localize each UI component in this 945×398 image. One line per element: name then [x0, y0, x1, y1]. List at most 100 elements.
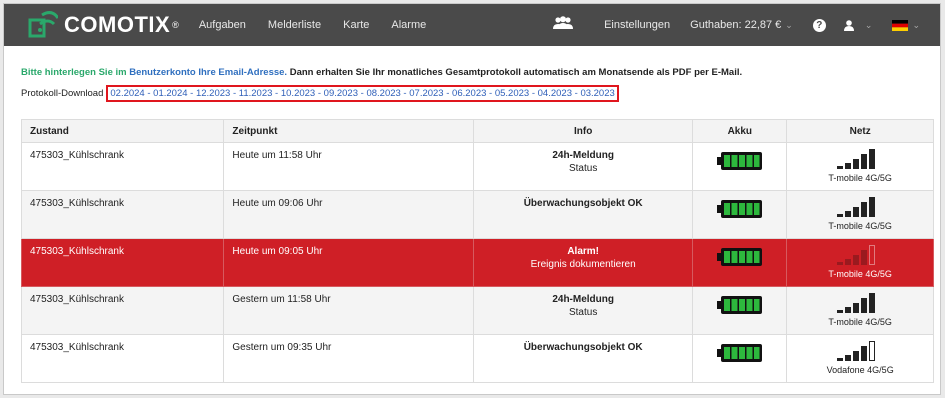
protocol-link-05-2023[interactable]: 05.2023	[495, 88, 529, 99]
battery-full-icon	[716, 295, 763, 318]
alarm-log-table: Zustand Zeitpunkt Info Akku Netz 475303_…	[20, 119, 934, 383]
table-row[interactable]: 475303_Kühlschrank Heute um 11:58 Uhr 24…	[20, 142, 934, 191]
network-label: T-mobile 4G/5G	[828, 269, 892, 279]
protocol-link-10-2023[interactable]: 10.2023	[281, 88, 315, 99]
protocol-link-12-2023[interactable]: 12.2023	[196, 88, 230, 99]
cell-netz: T-mobile 4G/5G	[786, 190, 934, 239]
network-label: T-mobile 4G/5G	[828, 173, 892, 183]
info-title: Überwachungsobjekt OK	[523, 342, 643, 353]
protocol-month-links: 02.2024 - 01.2024 - 12.2023 - 11.2023 - …	[106, 85, 619, 102]
cell-info: Überwachungsobjekt OK	[473, 190, 694, 239]
table-row[interactable]: 475303_Kühlschrank Gestern um 11:58 Uhr …	[20, 286, 934, 335]
header-netz: Netz	[786, 119, 934, 143]
info-title: 24h-Meldung	[552, 294, 614, 305]
logo-mark-icon	[28, 10, 60, 40]
cell-zustand: 475303_Kühlschrank	[20, 238, 225, 287]
cell-zeitpunkt: Heute um 09:05 Uhr	[223, 238, 475, 287]
german-flag-icon	[892, 19, 909, 31]
protocol-link-07-2023[interactable]: 07.2023	[409, 88, 443, 99]
cell-zustand: 475303_Kühlschrank	[20, 286, 225, 335]
cell-zeitpunkt: Gestern um 09:35 Uhr	[223, 334, 475, 383]
help-icon[interactable]: ?	[812, 18, 826, 32]
cell-info: Überwachungsobjekt OK	[473, 334, 694, 383]
nav-link-karte[interactable]: Karte	[343, 19, 369, 31]
separator: -	[272, 88, 281, 99]
protocol-download-label: Protokoll-Download	[21, 88, 104, 99]
separator: -	[400, 88, 410, 99]
cell-netz: T-mobile 4G/5G	[786, 142, 934, 191]
cell-zustand: 475303_Kühlschrank	[20, 142, 225, 191]
signal-strength-icon	[837, 293, 883, 316]
cell-info: 24h-Meldung Status	[473, 142, 694, 191]
protocol-link-06-2023[interactable]: 06.2023	[452, 88, 486, 99]
people-icon[interactable]	[552, 15, 574, 35]
protocol-link-09-2023[interactable]: 09.2023	[324, 88, 358, 99]
cell-zeitpunkt: Gestern um 11:58 Uhr	[223, 286, 475, 335]
nav-link-alarme[interactable]: Alarme	[391, 19, 426, 31]
protocol-link-11-2023[interactable]: 11.2023	[239, 88, 273, 99]
nav-right-group: Einstellungen Guthaben: 22,87 € ⌄ ? ⌄ ⌄	[552, 4, 940, 46]
signal-strength-icon	[837, 245, 883, 268]
nav-link-aufgaben[interactable]: Aufgaben	[199, 19, 246, 31]
user-icon	[843, 19, 857, 31]
email-info-message: Bitte hinterlegen Sie im Benutzerkonto I…	[21, 67, 742, 78]
cell-akku	[692, 238, 788, 287]
separator: -	[187, 88, 196, 99]
user-menu[interactable]: ⌄	[843, 19, 872, 31]
battery-full-icon	[716, 151, 763, 174]
info-title: 24h-Meldung	[552, 150, 614, 161]
app-frame: COMOTIX ® Aufgaben Melderliste Karte Alar…	[3, 3, 941, 395]
balance-dropdown[interactable]: Guthaben: 22,87 € ⌄	[690, 19, 793, 31]
battery-full-icon	[716, 343, 763, 366]
account-link[interactable]: Benutzerkonto Ihre Email-Adresse.	[127, 67, 287, 78]
cell-akku	[692, 190, 788, 239]
cell-akku	[692, 334, 788, 383]
brand-name: COMOTIX	[64, 12, 171, 37]
cell-zustand: 475303_Kühlschrank	[20, 190, 225, 239]
separator: -	[315, 88, 324, 99]
separator: -	[443, 88, 453, 99]
protocol-link-04-2023[interactable]: 04.2023	[538, 88, 572, 99]
separator: -	[529, 88, 538, 99]
cell-zustand: 475303_Kühlschrank	[20, 334, 225, 383]
header-zustand: Zustand	[20, 119, 225, 143]
info-title: Alarm!	[567, 246, 599, 257]
protocol-link-08-2023[interactable]: 08.2023	[366, 88, 400, 99]
protocol-link-03-2023[interactable]: 03.2023	[580, 88, 614, 99]
separator: -	[144, 88, 154, 99]
nav-link-melderliste[interactable]: Melderliste	[268, 19, 321, 31]
table-row-alarm[interactable]: 475303_Kühlschrank Heute um 09:05 Uhr Al…	[20, 238, 934, 287]
balance-label: Guthaben: 22,87 €	[690, 19, 782, 31]
protocol-link-02-2024[interactable]: 02.2024	[110, 88, 144, 99]
protocol-link-01-2024[interactable]: 01.2024	[153, 88, 187, 99]
cell-info: Alarm! Ereignis dokumentieren	[473, 238, 694, 287]
signal-strength-icon	[837, 341, 883, 364]
info-sub: Status	[568, 307, 598, 318]
cell-zeitpunkt: Heute um 09:06 Uhr	[223, 190, 475, 239]
network-label: T-mobile 4G/5G	[828, 317, 892, 327]
protocol-download: Protokoll-Download 02.2024 - 01.2024 - 1…	[21, 85, 619, 102]
info-text-part1: Bitte hinterlegen Sie im	[21, 67, 127, 78]
separator: -	[230, 88, 239, 99]
signal-strength-icon	[837, 149, 883, 172]
header-akku: Akku	[692, 119, 788, 143]
table-row[interactable]: 475303_Kühlschrank Gestern um 09:35 Uhr …	[20, 334, 934, 383]
cell-netz: T-mobile 4G/5G	[786, 238, 934, 287]
comotix-logo[interactable]: COMOTIX ®	[28, 4, 179, 46]
cell-info: 24h-Meldung Status	[473, 286, 694, 335]
cell-zeitpunkt: Heute um 11:58 Uhr	[223, 142, 475, 191]
cell-akku	[692, 142, 788, 191]
nav-link-einstellungen[interactable]: Einstellungen	[604, 19, 670, 31]
document-event-link[interactable]: Ereignis dokumentieren	[482, 259, 684, 270]
signal-strength-icon	[837, 197, 883, 220]
network-label: Vodafone 4G/5G	[826, 365, 894, 375]
info-text-part3: Dann erhalten Sie Ihr monatliches Gesamt…	[287, 67, 743, 78]
cell-akku	[692, 286, 788, 335]
chevron-down-icon: ⌄	[912, 20, 920, 30]
header-zeitpunkt: Zeitpunkt	[223, 119, 475, 143]
table-row[interactable]: 475303_Kühlschrank Heute um 09:06 Uhr Üb…	[20, 190, 934, 239]
table-header-row: Zustand Zeitpunkt Info Akku Netz	[20, 119, 934, 143]
battery-full-icon	[716, 199, 763, 222]
separator: -	[486, 88, 495, 99]
language-menu[interactable]: ⌄	[892, 19, 920, 31]
